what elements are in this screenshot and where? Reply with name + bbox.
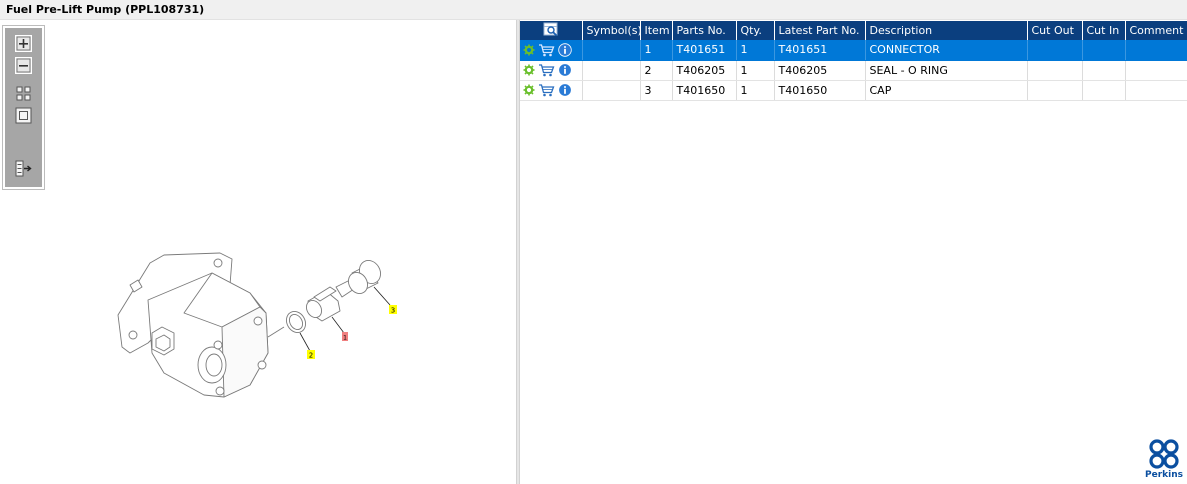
settings-gear-icon[interactable] bbox=[523, 84, 535, 96]
fit-window-icon bbox=[15, 107, 32, 124]
info-icon[interactable] bbox=[558, 83, 572, 97]
header-latest-part-no[interactable]: Latest Part No. bbox=[774, 21, 866, 40]
window-title: Fuel Pre-Lift Pump (PPL108731) bbox=[0, 0, 1187, 20]
row-cut-out bbox=[1027, 80, 1083, 101]
row-comment bbox=[1125, 80, 1187, 101]
row-description: CONNECTOR bbox=[865, 40, 1028, 61]
header-search[interactable] bbox=[520, 21, 583, 40]
callout-1-label: 1 bbox=[343, 335, 347, 342]
row-comment bbox=[1125, 60, 1187, 81]
row-cut-out bbox=[1027, 40, 1083, 61]
row-qty: 1 bbox=[736, 80, 775, 101]
header-comment[interactable]: Comment bbox=[1125, 21, 1187, 40]
header-qty[interactable]: Qty. bbox=[736, 21, 775, 40]
row-parts-no: T401651 bbox=[672, 40, 737, 61]
row-comment bbox=[1125, 40, 1187, 61]
perkins-logo-mark bbox=[1149, 439, 1179, 469]
row-actions bbox=[520, 40, 583, 61]
row-item: 3 bbox=[640, 80, 673, 101]
header-parts-no[interactable]: Parts No. bbox=[672, 21, 737, 40]
row-description: SEAL - O RING bbox=[865, 60, 1028, 81]
row-cut-in bbox=[1082, 80, 1126, 101]
callout-2[interactable]: 2 bbox=[307, 350, 315, 360]
row-qty: 1 bbox=[736, 60, 775, 81]
zoom-out-icon bbox=[15, 57, 32, 74]
export-list-icon bbox=[15, 160, 32, 177]
row-cut-out bbox=[1027, 60, 1083, 81]
zoom-in-button[interactable] bbox=[15, 35, 32, 52]
callout-3-label: 3 bbox=[391, 307, 395, 315]
parts-diagram[interactable]: 3 2 1 bbox=[100, 225, 420, 405]
row-symbols bbox=[582, 60, 641, 81]
fit-window-button[interactable] bbox=[15, 107, 32, 124]
row-latest-part-no: T401650 bbox=[774, 80, 866, 101]
header-cut-in[interactable]: Cut In bbox=[1082, 21, 1126, 40]
shopping-cart-icon[interactable] bbox=[538, 63, 555, 77]
brand-name: Perkins bbox=[1145, 470, 1183, 480]
settings-gear-icon[interactable] bbox=[523, 44, 535, 56]
row-item: 1 bbox=[640, 40, 673, 61]
header-description[interactable]: Description bbox=[865, 21, 1028, 40]
fit-all-button[interactable] bbox=[15, 85, 32, 102]
info-icon[interactable] bbox=[558, 43, 572, 57]
illustration-pane[interactable]: 3 2 1 bbox=[0, 20, 516, 484]
row-parts-no: T406205 bbox=[672, 60, 737, 81]
table-header: Symbol(s) Item Parts No. Qty. Latest Par… bbox=[520, 21, 1187, 40]
header-symbols[interactable]: Symbol(s) bbox=[582, 21, 642, 40]
row-description: CAP bbox=[865, 80, 1028, 101]
parts-list-pane: Symbol(s) Item Parts No. Qty. Latest Par… bbox=[520, 20, 1187, 484]
zoom-out-button[interactable] bbox=[15, 57, 32, 74]
export-list-button[interactable] bbox=[15, 160, 32, 177]
info-icon[interactable] bbox=[558, 63, 572, 77]
row-parts-no: T401650 bbox=[672, 80, 737, 101]
row-item: 2 bbox=[640, 60, 673, 81]
row-qty: 1 bbox=[736, 40, 775, 61]
perkins-logo: Perkins bbox=[1143, 437, 1185, 483]
search-columns-icon bbox=[543, 22, 558, 36]
row-cut-in bbox=[1082, 60, 1126, 81]
table-row[interactable]: 1 T401651 1 T401651 CONNECTOR bbox=[520, 40, 1187, 61]
viewer-toolbox bbox=[2, 25, 45, 190]
table-row[interactable]: 2 T406205 1 T406205 SEAL - O RING bbox=[520, 60, 1187, 81]
row-latest-part-no: T406205 bbox=[774, 60, 866, 81]
row-cut-in bbox=[1082, 40, 1126, 61]
settings-gear-icon[interactable] bbox=[523, 64, 535, 76]
callout-3[interactable]: 3 bbox=[389, 305, 397, 315]
row-latest-part-no: T401651 bbox=[774, 40, 866, 61]
header-item[interactable]: Item bbox=[640, 21, 673, 40]
header-cut-out[interactable]: Cut Out bbox=[1027, 21, 1083, 40]
table-row[interactable]: 3 T401650 1 T401650 CAP bbox=[520, 80, 1187, 101]
callout-1[interactable]: 1 bbox=[342, 332, 348, 342]
callout-2-label: 2 bbox=[309, 352, 313, 360]
row-actions bbox=[520, 60, 583, 81]
zoom-in-icon bbox=[15, 35, 32, 52]
parts-table: Symbol(s) Item Parts No. Qty. Latest Par… bbox=[520, 21, 1187, 101]
row-actions bbox=[520, 80, 583, 101]
row-symbols bbox=[582, 40, 641, 61]
row-symbols bbox=[582, 80, 641, 101]
shopping-cart-icon[interactable] bbox=[538, 83, 555, 97]
fit-all-icon bbox=[16, 86, 31, 101]
shopping-cart-icon[interactable] bbox=[538, 43, 555, 57]
